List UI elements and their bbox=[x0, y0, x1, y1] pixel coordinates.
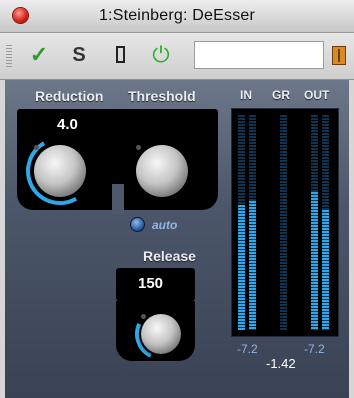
solo-button[interactable]: S bbox=[66, 42, 92, 68]
book-icon[interactable] bbox=[332, 46, 346, 65]
reduction-value[interactable]: 4.0 bbox=[57, 116, 78, 133]
gr-label: GR bbox=[272, 88, 290, 102]
toolbar: ✓ S ⏻ bbox=[0, 33, 354, 80]
toolbar-grip-icon[interactable] bbox=[6, 45, 12, 67]
checkmark-icon: ✓ bbox=[29, 42, 49, 67]
level-meters bbox=[231, 108, 339, 337]
in-value: -7.2 bbox=[237, 342, 258, 356]
release-knob[interactable] bbox=[141, 314, 181, 354]
plugin-window: 1:Steinberg: DeEsser ✓ S ⏻ Reduction Thr… bbox=[0, 0, 354, 398]
out-label: OUT bbox=[304, 88, 330, 102]
threshold-label: Threshold bbox=[128, 88, 196, 104]
power-button[interactable]: ⏻ bbox=[148, 42, 174, 68]
release-value[interactable]: 150 bbox=[138, 275, 163, 292]
out-left-meter bbox=[311, 192, 318, 330]
auto-label: auto bbox=[152, 218, 178, 232]
window-title: 1:Steinberg: DeEsser bbox=[98, 7, 256, 24]
in-left-meter bbox=[238, 205, 245, 330]
bypass-button[interactable]: ✓ bbox=[26, 42, 52, 68]
reduction-knob[interactable] bbox=[34, 145, 86, 197]
reduction-label: Reduction bbox=[35, 88, 104, 104]
threshold-knob[interactable] bbox=[136, 145, 188, 197]
out-right-meter bbox=[322, 210, 329, 330]
gr-meter-bg bbox=[280, 115, 287, 330]
gr-value: -1.42 bbox=[266, 356, 296, 371]
title-bar[interactable]: 1:Steinberg: DeEsser bbox=[0, 0, 354, 33]
out-value: -7.2 bbox=[304, 342, 325, 356]
in-label: IN bbox=[240, 88, 252, 102]
plugin-panel: Reduction Threshold 4.0 auto Release 150… bbox=[5, 80, 349, 398]
release-label: Release bbox=[143, 248, 196, 264]
auto-button[interactable] bbox=[130, 217, 145, 232]
power-icon: ⏻ bbox=[152, 42, 170, 67]
rectangle-icon bbox=[115, 46, 125, 63]
in-right-meter bbox=[249, 201, 256, 330]
preset-field[interactable] bbox=[194, 41, 324, 69]
freeze-button[interactable] bbox=[107, 42, 133, 68]
